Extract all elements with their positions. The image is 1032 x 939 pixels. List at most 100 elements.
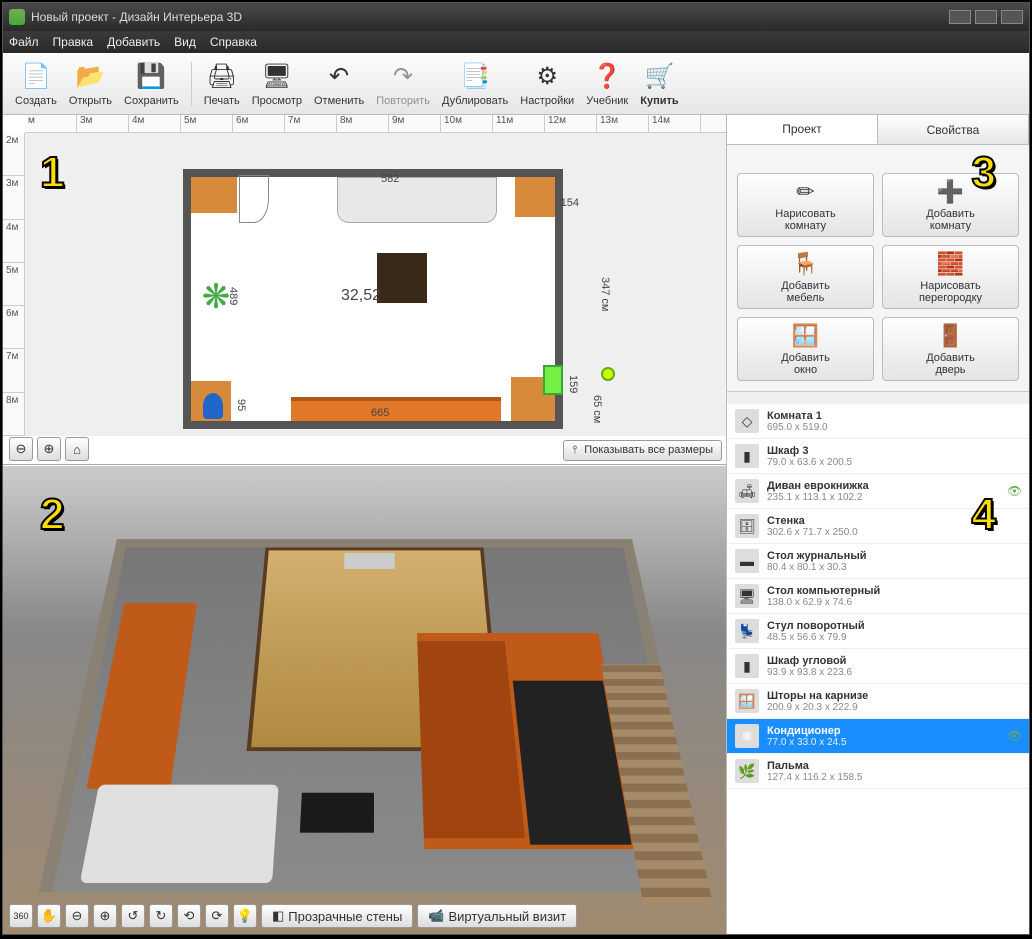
settings-label: Настройки <box>520 95 574 107</box>
rotate-left-button[interactable]: ↺ <box>121 904 145 928</box>
visibility-icon[interactable]: 👁 <box>1007 729 1021 743</box>
virtual-visit-button[interactable]: 📹 Виртуальный визит <box>417 904 577 928</box>
open-icon: 📂 <box>74 61 106 93</box>
object-row[interactable]: 🖥Стол компьютерный138.0 x 62.9 x 74.6 <box>727 579 1029 614</box>
object-row[interactable]: ❄Кондиционер77.0 x 33.0 x 24.5👁 <box>727 719 1029 754</box>
door-arc[interactable] <box>239 175 269 223</box>
menu-Файл[interactable]: Файл <box>9 35 39 49</box>
object-list[interactable]: ◇Комната 1695.0 x 519.0▮Шкаф 379.0 x 63.… <box>727 392 1029 934</box>
transparent-walls-button[interactable]: ◧ Прозрачные стены <box>261 904 413 928</box>
pan-button[interactable]: ✋ <box>37 904 61 928</box>
toolbar-new-button[interactable]: 📄 Создать <box>9 59 63 109</box>
object-row[interactable]: ▮Шкаф 379.0 x 63.6 x 200.5 <box>727 439 1029 474</box>
handle-point[interactable] <box>601 367 615 381</box>
marker-2: 2 <box>40 490 64 540</box>
dim-r1: 154 <box>561 197 579 209</box>
light-button[interactable]: 💡 <box>233 904 257 928</box>
add-door-button[interactable]: 🚪Добавитьдверь <box>882 317 1019 381</box>
toolbar-help-button[interactable]: ❓Учебник <box>580 59 634 109</box>
visibility-icon[interactable]: 👁 <box>1007 484 1021 498</box>
furn-chair[interactable] <box>203 393 223 419</box>
menu-Правка[interactable]: Правка <box>53 35 94 49</box>
marker-4: 4 <box>972 490 996 540</box>
toolbar-settings-button[interactable]: ⚙Настройки <box>514 59 580 109</box>
object-dims: 80.4 x 80.1 x 30.3 <box>767 562 1021 573</box>
furn-corner-1[interactable] <box>515 177 555 217</box>
menu-Справка[interactable]: Справка <box>210 35 257 49</box>
draw-room-icon: ✏ <box>792 178 820 206</box>
draw-wall-button[interactable]: 🧱Нарисоватьперегородку <box>882 245 1019 309</box>
rotate-360-button[interactable]: 360 <box>9 904 33 928</box>
tab-project[interactable]: Проект <box>727 115 878 144</box>
view-3d-panel[interactable]: 360 ✋ ⊖ ⊕ ↺ ↻ ⟲ ⟳ 💡 ◧ Прозрачные стены 📹 <box>3 465 726 934</box>
toolbar-preview-button[interactable]: 🖥Просмотр <box>246 59 308 109</box>
furn-coffee-table[interactable] <box>377 253 427 303</box>
side-tabs: Проект Свойства <box>727 115 1029 145</box>
dim-left: 489 <box>227 287 239 305</box>
object-name: Пальма <box>767 760 1021 772</box>
zoom-out-button[interactable]: ⊖ <box>9 437 33 461</box>
maximize-button[interactable] <box>975 10 997 24</box>
dim-top: 582 <box>381 173 399 185</box>
furn-wall-unit[interactable] <box>291 397 501 421</box>
zoom-in-3d-button[interactable]: ⊕ <box>93 904 117 928</box>
object-row[interactable]: 🌿Пальма127.4 x 116.2 x 158.5 <box>727 754 1029 789</box>
dim-bot3: 159 <box>567 375 579 393</box>
room-area: 32,52 <box>341 287 381 305</box>
redo-icon: ↷ <box>387 61 419 93</box>
buy-icon: 🛒 <box>643 61 675 93</box>
toolbar-redo-button[interactable]: ↷ Повторить <box>370 59 436 109</box>
object-name: Шкаф угловой <box>767 655 1021 667</box>
titlebar[interactable]: Новый проект - Дизайн Интерьера 3D <box>3 3 1029 31</box>
furn-sofa[interactable] <box>337 177 497 223</box>
print-label: Печать <box>204 95 240 107</box>
close-button[interactable] <box>1001 10 1023 24</box>
object-row[interactable]: ▮Шкаф угловой93.9 x 93.8 x 223.6 <box>727 649 1029 684</box>
tilt-down-button[interactable]: ⟳ <box>205 904 229 928</box>
plan-2d-panel[interactable]: м3м4м5м6м7м8м9м10м11м12м13м14м 2м3м4м5м6… <box>3 115 726 465</box>
zoom-in-button[interactable]: ⊕ <box>37 437 61 461</box>
room-outline[interactable]: ❋ 582 154 347 см 489 665 65 см 159 <box>183 169 563 429</box>
marker-1: 1 <box>40 148 64 198</box>
add-window-icon: 🪟 <box>792 322 820 350</box>
add-window-button[interactable]: 🪟Добавитьокно <box>737 317 874 381</box>
object-row[interactable]: ▬Стол журнальный80.4 x 80.1 x 30.3 <box>727 544 1029 579</box>
undo-label: Отменить <box>314 95 364 107</box>
new-label: Создать <box>15 95 57 107</box>
minimize-button[interactable] <box>949 10 971 24</box>
rotate-right-button[interactable]: ↻ <box>149 904 173 928</box>
object-row[interactable]: 🪟Шторы на карнизе200.9 x 20.3 x 222.9 <box>727 684 1029 719</box>
add-room-icon: ➕ <box>937 178 965 206</box>
undo-icon: ↶ <box>323 61 355 93</box>
ac-3d <box>344 553 395 569</box>
toolbar-dup-button[interactable]: 📑Дублировать <box>436 59 514 109</box>
object-icon: 🪟 <box>735 689 759 713</box>
furn-wardrobe[interactable] <box>191 177 237 213</box>
toolbar-print-button[interactable]: 🖨Печать <box>198 59 246 109</box>
selected-ac-icon[interactable] <box>543 365 563 395</box>
dim-bot2: 65 см <box>591 395 603 423</box>
toolbar-buy-button[interactable]: 🛒Купить <box>634 59 684 109</box>
object-row[interactable]: ◇Комната 1695.0 x 519.0 <box>727 404 1029 439</box>
zoom-out-3d-button[interactable]: ⊖ <box>65 904 89 928</box>
room-3d[interactable] <box>39 539 710 892</box>
show-all-dims-button[interactable]: ⫯ Показывать все размеры <box>563 440 722 461</box>
draw-room-button[interactable]: ✏Нарисоватькомнату <box>737 173 874 237</box>
tilt-up-button[interactable]: ⟲ <box>177 904 201 928</box>
add-furn-button[interactable]: 🪑Добавитьмебель <box>737 245 874 309</box>
plan-canvas[interactable]: ❋ 582 154 347 см 489 665 65 см 159 <box>25 133 726 436</box>
redo-label: Повторить <box>376 95 430 107</box>
dup-label: Дублировать <box>442 95 508 107</box>
toolbar-open-button[interactable]: 📂Открыть <box>63 59 118 109</box>
menu-Добавить[interactable]: Добавить <box>107 35 160 49</box>
add-room-button[interactable]: ➕Добавитькомнату <box>882 173 1019 237</box>
toolbar-undo-button[interactable]: ↶ Отменить <box>308 59 370 109</box>
preview-label: Просмотр <box>252 95 302 107</box>
tab-properties[interactable]: Свойства <box>878 115 1029 144</box>
zoom-home-button[interactable]: ⌂ <box>65 437 89 461</box>
object-row[interactable]: 💺Стул поворотный48.5 x 56.6 x 79.9 <box>727 614 1029 649</box>
menu-Вид[interactable]: Вид <box>174 35 196 49</box>
object-dims: 200.9 x 20.3 x 222.9 <box>767 702 1021 713</box>
toolbar-save-button[interactable]: 💾Сохранить <box>118 59 185 109</box>
new-icon: 📄 <box>20 61 52 93</box>
